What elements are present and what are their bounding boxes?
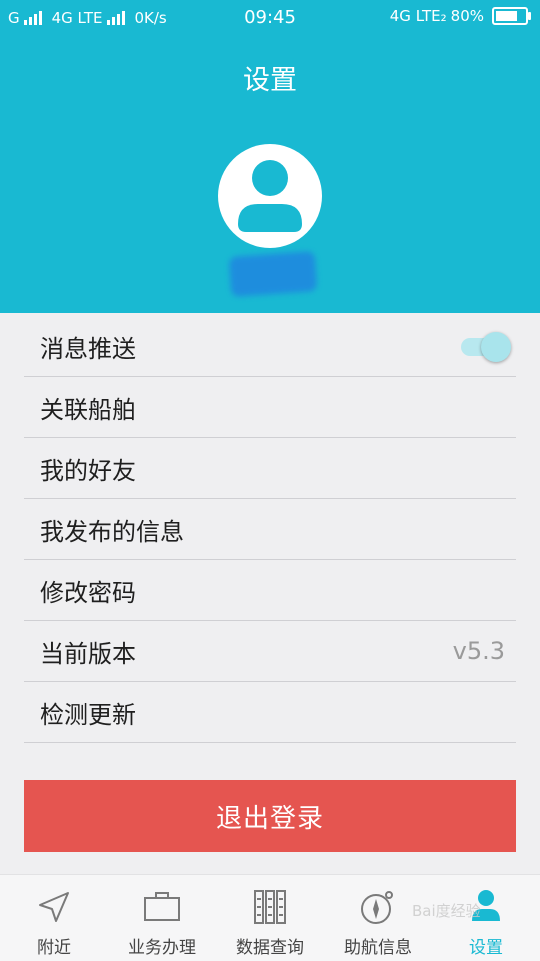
settings-row-label: 当前版本 [40,639,136,668]
username-redacted [228,251,318,297]
settings-row-label: 修改密码 [40,578,136,607]
battery-icon [492,7,531,25]
settings-row-version[interactable]: 当前版本 v5.3 [24,621,516,682]
tab-nearby[interactable]: 附近 [0,875,108,961]
tab-data-query[interactable]: 数据查询 [216,875,324,961]
page-title: 设置 [243,65,297,96]
tab-label: 附近 [37,938,71,958]
data-columns-icon [250,887,290,931]
settings-row-label: 我发布的信息 [40,517,184,546]
logout-button[interactable]: 退出登录 [24,780,516,852]
network-label-right: 4G LTE₂ [389,7,447,25]
navigation-arrow-icon [34,887,74,931]
settings-list: 消息推送 关联船舶 我的好友 我发布的信息 修改密码 当前版本 v5.3 检测更… [24,316,516,743]
tab-business[interactable]: 业务办理 [108,875,216,961]
battery-percent: 80% [450,7,484,25]
settings-row-my-posts[interactable]: 我发布的信息 [24,499,516,560]
status-bar: G 4G LTE 0K/s 09:45 4G LTE₂ 80% [0,0,540,36]
briefcase-icon [142,887,182,931]
settings-row-label: 关联船舶 [40,395,136,424]
tab-label: 设置 [469,938,503,958]
status-right: 4G LTE₂ 80% [389,7,531,25]
avatar[interactable] [218,144,322,248]
settings-row-linked-ships[interactable]: 关联船舶 [24,377,516,438]
settings-row-change-password[interactable]: 修改密码 [24,560,516,621]
toggle-knob [481,332,511,362]
settings-row-label: 消息推送 [40,334,136,363]
tab-label: 业务办理 [128,938,196,958]
settings-row-friends[interactable]: 我的好友 [24,438,516,499]
battery-fill [496,11,517,21]
settings-row-push[interactable]: 消息推送 [24,316,516,377]
tab-label: 助航信息 [344,938,412,958]
compass-icon [358,887,398,931]
settings-row-check-update[interactable]: 检测更新 [24,682,516,743]
settings-row-label: 检测更新 [40,700,136,729]
tab-label: 数据查询 [236,938,304,958]
baidu-watermark: Bai度经验 [412,902,481,920]
user-avatar-icon [238,160,302,232]
version-value: v5.3 [452,637,505,665]
header: G 4G LTE 0K/s 09:45 4G LTE₂ 80% 设置 [0,0,540,313]
push-toggle[interactable] [461,332,513,362]
settings-row-label: 我的好友 [40,456,136,485]
